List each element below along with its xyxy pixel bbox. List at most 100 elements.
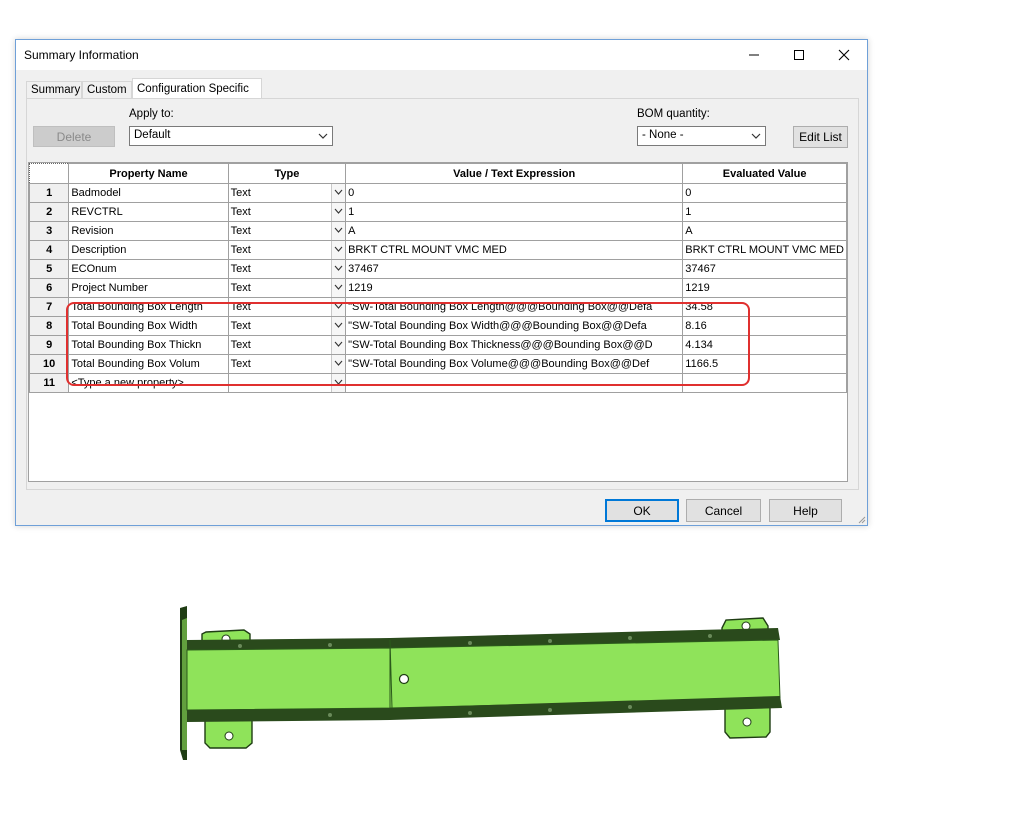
table-row[interactable]: 4 Description Text BRKT CTRL MOUNT VMC MED B… <box>28 240 847 260</box>
table-row[interactable]: 6 Project Number Text 1219 1219 <box>28 278 847 298</box>
value-expression-cell[interactable]: "SW-Total Bounding Box Width@@@Bounding … <box>345 316 684 336</box>
type-dropdown-button[interactable] <box>331 336 345 354</box>
row-number[interactable]: 2 <box>28 202 70 222</box>
type-value: Text <box>230 301 251 313</box>
bom-quantity-value: - None - <box>642 129 684 141</box>
table-row[interactable]: 1 Badmodel Text 0 0 <box>28 183 847 203</box>
row-number[interactable]: 11 <box>28 373 70 393</box>
property-name-cell[interactable]: Total Bounding Box Thickn <box>68 335 229 355</box>
type-cell[interactable]: Text <box>227 335 347 355</box>
delete-button[interactable]: Delete <box>33 126 115 147</box>
column-header-property-name[interactable]: Property Name <box>68 163 229 184</box>
type-cell[interactable]: Text <box>227 221 347 241</box>
value-expression-cell[interactable]: "SW-Total Bounding Box Length@@@Bounding… <box>345 297 684 317</box>
resize-grip-icon[interactable] <box>857 515 866 524</box>
table-row[interactable]: 7 Total Bounding Box Length Text "SW-Total … <box>28 297 847 317</box>
value-expression-cell[interactable]: "SW-Total Bounding Box Volume@@@Bounding… <box>345 354 684 374</box>
value-expression-cell[interactable]: 0 <box>345 183 684 203</box>
type-dropdown-button[interactable] <box>331 241 345 259</box>
type-cell[interactable]: Text <box>227 316 347 336</box>
row-number[interactable]: 8 <box>28 316 70 336</box>
chevron-down-icon <box>334 246 343 252</box>
ok-button[interactable]: OK <box>605 499 679 522</box>
row-number[interactable]: 3 <box>28 221 70 241</box>
row-number[interactable]: 7 <box>28 297 70 317</box>
type-dropdown-button[interactable] <box>331 317 345 335</box>
value-expression-cell[interactable]: A <box>345 221 684 241</box>
value-expression-cell[interactable]: 37467 <box>345 259 684 279</box>
type-cell[interactable]: Text <box>227 354 347 374</box>
property-name-cell[interactable]: Badmodel <box>68 183 229 203</box>
evaluated-value-cell: A <box>682 221 847 241</box>
tab-custom[interactable]: Custom <box>82 81 132 98</box>
table-row[interactable]: 2 REVCTRL Text 1 1 <box>28 202 847 222</box>
row-number[interactable]: 5 <box>28 259 70 279</box>
table-row[interactable]: 9 Total Bounding Box Thickn Text "SW-Total … <box>28 335 847 355</box>
bom-quantity-select[interactable]: - None - <box>637 126 766 146</box>
title-bar[interactable]: Summary Information <box>16 40 867 70</box>
table-row[interactable]: 10 Total Bounding Box Volum Text "SW-Total … <box>28 354 847 374</box>
type-dropdown-button[interactable] <box>331 298 345 316</box>
table-row[interactable]: 3 Revision Text A A <box>28 221 847 241</box>
chevron-down-icon <box>334 284 343 290</box>
type-cell[interactable] <box>227 373 347 393</box>
value-expression-cell[interactable]: 1219 <box>345 278 684 298</box>
property-name-cell[interactable]: <Type a new property> <box>68 373 229 393</box>
type-dropdown-button[interactable] <box>331 260 345 278</box>
row-number[interactable]: 1 <box>28 183 70 203</box>
type-dropdown-button[interactable] <box>331 222 345 240</box>
type-dropdown-button[interactable] <box>331 279 345 297</box>
type-cell[interactable]: Text <box>227 240 347 260</box>
type-cell[interactable]: Text <box>227 297 347 317</box>
type-dropdown-button[interactable] <box>331 374 345 392</box>
minimize-button[interactable] <box>731 40 777 70</box>
evaluated-value-cell: 0 <box>682 183 847 203</box>
property-name-cell[interactable]: Revision <box>68 221 229 241</box>
maximize-button[interactable] <box>776 40 822 70</box>
tab-summary[interactable]: Summary <box>26 81 82 98</box>
row-number[interactable]: 4 <box>28 240 70 260</box>
edit-list-button[interactable]: Edit List <box>793 126 848 148</box>
chevron-down-icon <box>334 379 343 385</box>
chevron-down-icon <box>334 360 343 366</box>
row-number[interactable]: 10 <box>28 354 70 374</box>
type-cell[interactable]: Text <box>227 202 347 222</box>
property-name-cell[interactable]: Total Bounding Box Volum <box>68 354 229 374</box>
value-expression-cell[interactable]: 1 <box>345 202 684 222</box>
apply-to-select[interactable]: Default <box>129 126 333 146</box>
help-button[interactable]: Help <box>769 499 842 522</box>
type-dropdown-button[interactable] <box>331 355 345 373</box>
apply-to-label: Apply to: <box>129 108 174 120</box>
value-expression-cell[interactable]: BRKT CTRL MOUNT VMC MED <box>345 240 684 260</box>
column-header-value[interactable]: Value / Text Expression <box>345 163 684 184</box>
type-cell[interactable]: Text <box>227 278 347 298</box>
property-name-cell[interactable]: Total Bounding Box Width <box>68 316 229 336</box>
property-name-cell[interactable]: Project Number <box>68 278 229 298</box>
row-number[interactable]: 9 <box>28 335 70 355</box>
column-header-evaluated-value[interactable]: Evaluated Value <box>682 163 847 184</box>
type-cell[interactable]: Text <box>227 259 347 279</box>
type-dropdown-button[interactable] <box>331 203 345 221</box>
row-number[interactable]: 6 <box>28 278 70 298</box>
table-row[interactable]: 8 Total Bounding Box Width Text "SW-Total B… <box>28 316 847 336</box>
property-name-cell[interactable]: REVCTRL <box>68 202 229 222</box>
property-name-cell[interactable]: ECOnum <box>68 259 229 279</box>
close-button[interactable] <box>821 40 867 70</box>
tab-configuration-specific[interactable]: Configuration Specific <box>132 78 262 99</box>
type-dropdown-button[interactable] <box>331 184 345 202</box>
value-expression-cell[interactable]: "SW-Total Bounding Box Thickness@@@Bound… <box>345 335 684 355</box>
property-name-cell[interactable]: Description <box>68 240 229 260</box>
select-all-corner[interactable] <box>28 163 70 184</box>
chevron-down-icon <box>334 189 343 195</box>
property-name-cell[interactable]: Total Bounding Box Length <box>68 297 229 317</box>
type-cell[interactable]: Text <box>227 183 347 203</box>
evaluated-value-cell: 34.58 <box>682 297 847 317</box>
chevron-down-icon <box>334 208 343 214</box>
cancel-button[interactable]: Cancel <box>686 499 761 522</box>
table-row[interactable]: 11 <Type a new property> <box>28 373 847 393</box>
column-header-type[interactable]: Type <box>227 163 347 184</box>
apply-to-value: Default <box>134 129 171 141</box>
value-expression-cell[interactable] <box>345 373 684 393</box>
bom-quantity-label: BOM quantity: <box>637 108 710 120</box>
table-row[interactable]: 5 ECOnum Text 37467 37467 <box>28 259 847 279</box>
